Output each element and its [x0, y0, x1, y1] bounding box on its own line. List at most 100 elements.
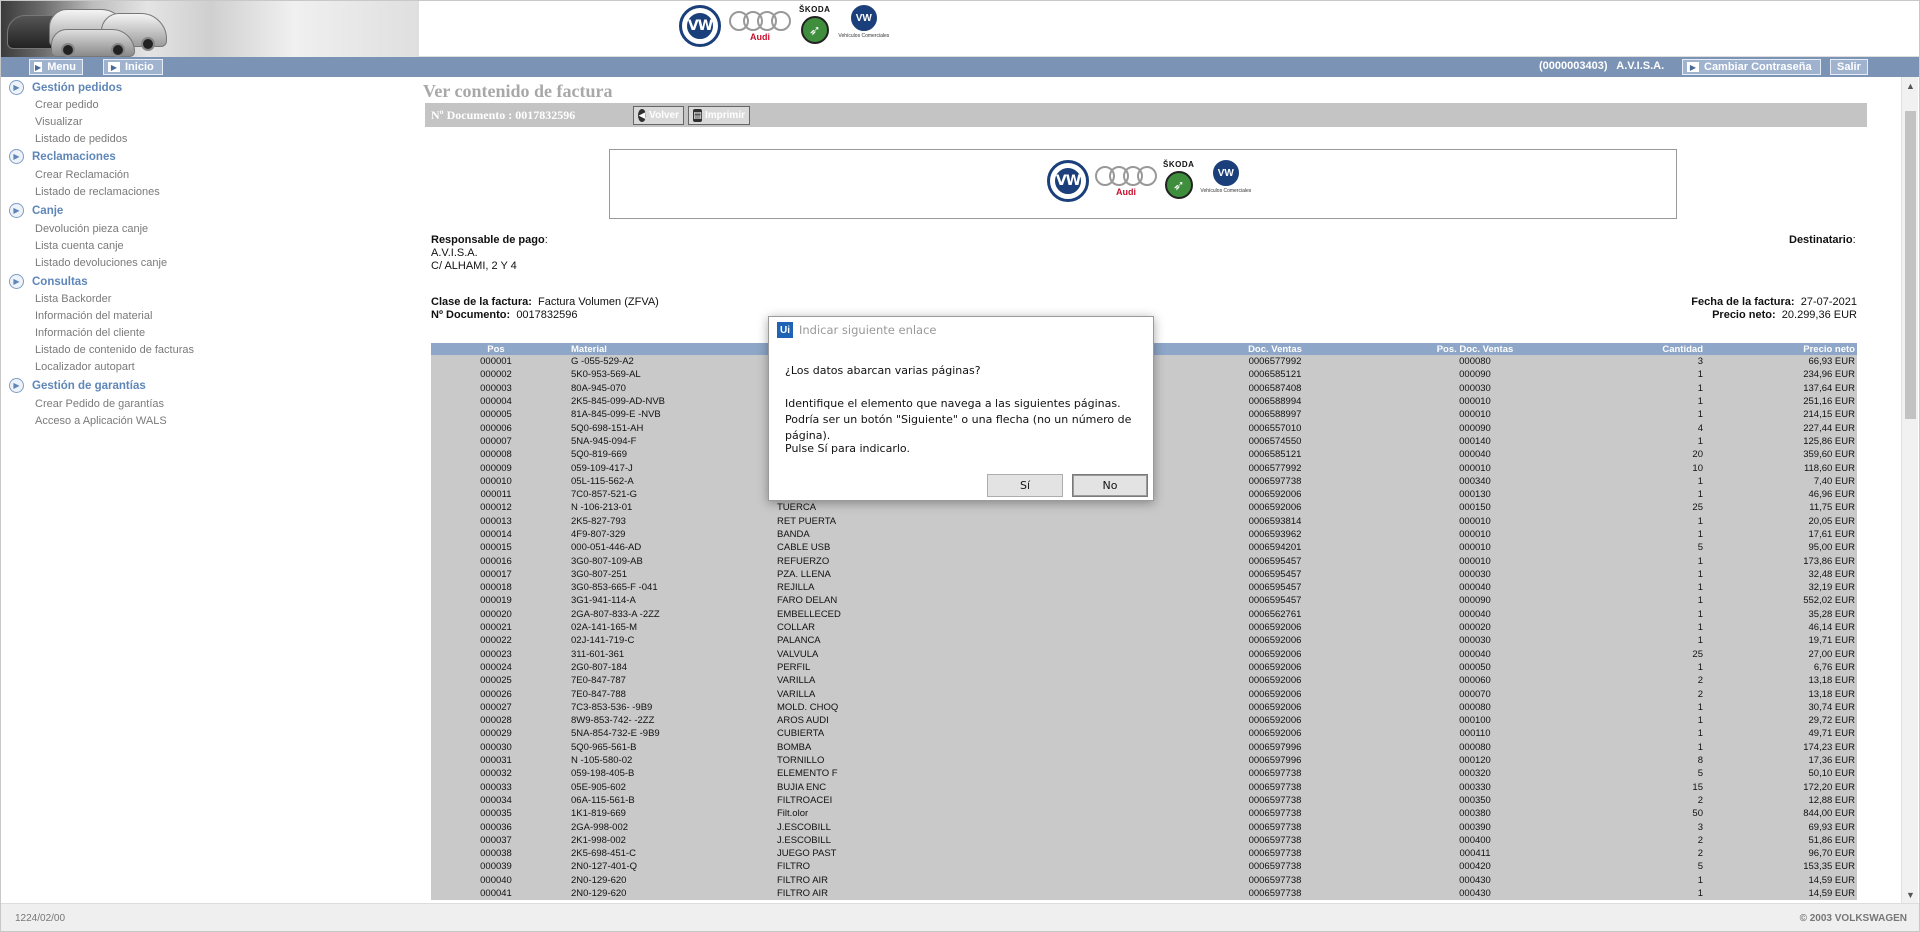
sidebar-section-gestion-garantias[interactable]: ▶ Gestión de garantías: [9, 378, 146, 393]
document-toolbar: Nº Documento : 0017832596 ◀ Volver ▤ Imp…: [425, 103, 1867, 127]
cell-pos-doc-ventas: 000040: [1345, 647, 1605, 661]
menu-button[interactable]: ▶ Menu: [29, 59, 83, 75]
scroll-thumb[interactable]: [1905, 111, 1916, 419]
sidebar-link-visualizar[interactable]: Visualizar: [35, 116, 83, 128]
cell-precio-neto: 46,14 EUR: [1707, 620, 1857, 635]
cell-description: MOLD. CHOQ: [775, 700, 1205, 715]
cell-pos: 000026: [431, 687, 561, 701]
cell-precio-neto: 153,35 EUR: [1707, 860, 1857, 874]
page-scrollbar[interactable]: ▲ ▼: [1901, 77, 1918, 903]
cell-precio-neto: 49,71 EUR: [1707, 727, 1857, 741]
cell-description: CABLE USB: [775, 541, 1205, 555]
cell-description: FILTROACEI: [775, 793, 1205, 808]
cell-cantidad: 1: [1605, 620, 1707, 635]
sidebar-link-lista-backorder[interactable]: Lista Backorder: [35, 293, 111, 305]
cell-description: BOMBA: [775, 740, 1205, 754]
cell-material: N -106-213-01: [561, 501, 775, 515]
cell-pos-doc-ventas: 000010: [1345, 514, 1605, 528]
cell-pos-doc-ventas: 000411: [1345, 846, 1605, 861]
col-header-doc-ventas: Doc. Ventas: [1205, 343, 1345, 355]
sidebar-section-gestion-pedidos[interactable]: ▶ Gestión pedidos: [9, 80, 122, 95]
sidebar-link-localizador-autopart[interactable]: Localizador autopart: [35, 361, 135, 373]
sidebar-link-informacion-cliente[interactable]: Información del cliente: [35, 327, 145, 339]
cell-doc-ventas: 0006597738: [1205, 767, 1345, 781]
browser-viewport: VW Audi ŠKODA ➶ VW Vehículos Comerciales…: [0, 0, 1920, 932]
cell-precio-neto: 172,20 EUR: [1707, 780, 1857, 794]
table-row: 000024 2G0-807-184 PERFIL 0006592006 000050 1…: [431, 660, 1857, 675]
change-password-button[interactable]: ▶ Cambiar Contraseña: [1682, 59, 1821, 75]
cell-doc-ventas: 0006592006: [1205, 700, 1345, 715]
arrow-right-icon: ▶: [1687, 62, 1699, 72]
cell-material: 2K5-845-099-AD-NVB: [561, 394, 775, 409]
no-button[interactable]: No: [1072, 474, 1148, 497]
scroll-down-icon[interactable]: ▼: [1902, 886, 1919, 903]
cell-doc-ventas: 0006597738: [1205, 807, 1345, 821]
dialog-titlebar: Ui Indicar siguiente enlace: [769, 317, 1153, 343]
cell-material: 05E-905-602: [561, 780, 775, 794]
sidebar-link-crear-reclamacion[interactable]: Crear Reclamación: [35, 169, 129, 181]
cell-pos: 000024: [431, 660, 561, 675]
sidebar-link-listado-pedidos[interactable]: Listado de pedidos: [35, 133, 127, 145]
page-title: Ver contenido de factura: [423, 81, 613, 101]
cell-doc-ventas: 0006592006: [1205, 487, 1345, 502]
exit-button[interactable]: Salir: [1830, 59, 1868, 75]
cell-pos-doc-ventas: 000430: [1345, 886, 1605, 901]
table-row: 000020 2GA-807-833-A -2ZZ EMBELLECED 000656…: [431, 607, 1857, 621]
vw-commercial-logo: VW Vehículos Comerciales: [1200, 160, 1251, 194]
sidebar-section-canje[interactable]: ▶ Canje: [9, 203, 63, 218]
cell-cantidad: 2: [1605, 674, 1707, 688]
table-row: 000012 N -106-213-01 TUERCA 0006592006 00015…: [431, 501, 1857, 515]
cell-pos: 000010: [431, 474, 561, 488]
sidebar-link-acceso-wals[interactable]: Acceso a Aplicación WALS: [35, 415, 167, 427]
payer-heading: Responsable de pago:: [431, 234, 548, 246]
cell-precio-neto: 20,05 EUR: [1707, 514, 1857, 528]
sidebar-section-reclamaciones[interactable]: ▶ Reclamaciones: [9, 149, 116, 164]
yes-button[interactable]: Sí: [987, 474, 1063, 497]
col-header-pos-doc-ventas: Pos. Doc. Ventas: [1345, 343, 1605, 355]
cell-material: 06A-115-561-B: [561, 793, 775, 808]
sidebar-link-crear-pedido-garantias[interactable]: Crear Pedido de garantías: [35, 398, 164, 410]
cell-precio-neto: 174,23 EUR: [1707, 740, 1857, 754]
cell-pos-doc-ventas: 000120: [1345, 753, 1605, 768]
cell-description: COLLAR: [775, 620, 1205, 635]
cell-pos: 000030: [431, 740, 561, 754]
sidebar-link-listado-devoluciones-canje[interactable]: Listado devoluciones canje: [35, 257, 167, 269]
table-row: 000021 02A-141-165-M COLLAR 0006592006 00002…: [431, 620, 1857, 635]
cell-pos: 000027: [431, 700, 561, 715]
cell-material: 7C3-853-536- -9B9: [561, 700, 775, 715]
skoda-logo: ŠKODA ➶: [799, 5, 830, 44]
cell-material: 81A-845-099-E -NVB: [561, 408, 775, 422]
inicio-button[interactable]: ▶ Inicio: [103, 59, 163, 75]
cell-pos-doc-ventas: 000090: [1345, 421, 1605, 435]
sidebar-link-informacion-material[interactable]: Información del material: [35, 310, 152, 322]
cell-doc-ventas: 0006593814: [1205, 514, 1345, 528]
back-button[interactable]: ◀ Volver: [633, 106, 684, 125]
cell-cantidad: 1: [1605, 714, 1707, 728]
cell-pos: 000014: [431, 527, 561, 542]
cell-description: FILTRO: [775, 860, 1205, 874]
col-header-precio-neto: Precio neto: [1707, 343, 1857, 355]
cell-cantidad: 50: [1605, 807, 1707, 821]
cell-precio-neto: 552,02 EUR: [1707, 594, 1857, 608]
scroll-up-icon[interactable]: ▲: [1902, 77, 1919, 94]
cell-pos-doc-ventas: 000090: [1345, 594, 1605, 608]
cell-pos-doc-ventas: 000380: [1345, 807, 1605, 821]
sidebar-link-listado-contenido-facturas[interactable]: Listado de contenido de facturas: [35, 344, 194, 356]
cell-precio-neto: 50,10 EUR: [1707, 767, 1857, 781]
sidebar-section-consultas[interactable]: ▶ Consultas: [9, 274, 88, 289]
sidebar-link-crear-pedido[interactable]: Crear pedido: [35, 99, 99, 111]
arrow-circle-icon: ▶: [9, 274, 24, 289]
cell-cantidad: 2: [1605, 833, 1707, 847]
sidebar-link-devolucion-pieza-canje[interactable]: Devolución pieza canje: [35, 223, 148, 235]
cell-pos-doc-ventas: 000320: [1345, 767, 1605, 781]
cell-description: FARO DELAN: [775, 594, 1205, 608]
cell-description: FILTRO AIR: [775, 886, 1205, 901]
sidebar-link-lista-cuenta-canje[interactable]: Lista cuenta canje: [35, 240, 124, 252]
sidebar-link-listado-reclamaciones[interactable]: Listado de reclamaciones: [35, 186, 160, 198]
cell-doc-ventas: 0006595457: [1205, 567, 1345, 582]
print-button[interactable]: ▤ Imprimir: [688, 106, 750, 125]
cell-precio-neto: 95,00 EUR: [1707, 541, 1857, 555]
cell-material: 5NA-945-094-F: [561, 434, 775, 449]
cell-pos-doc-ventas: 000060: [1345, 674, 1605, 688]
page-footer: 1224/02/00 © 2003 VOLKSWAGEN: [1, 903, 1919, 931]
